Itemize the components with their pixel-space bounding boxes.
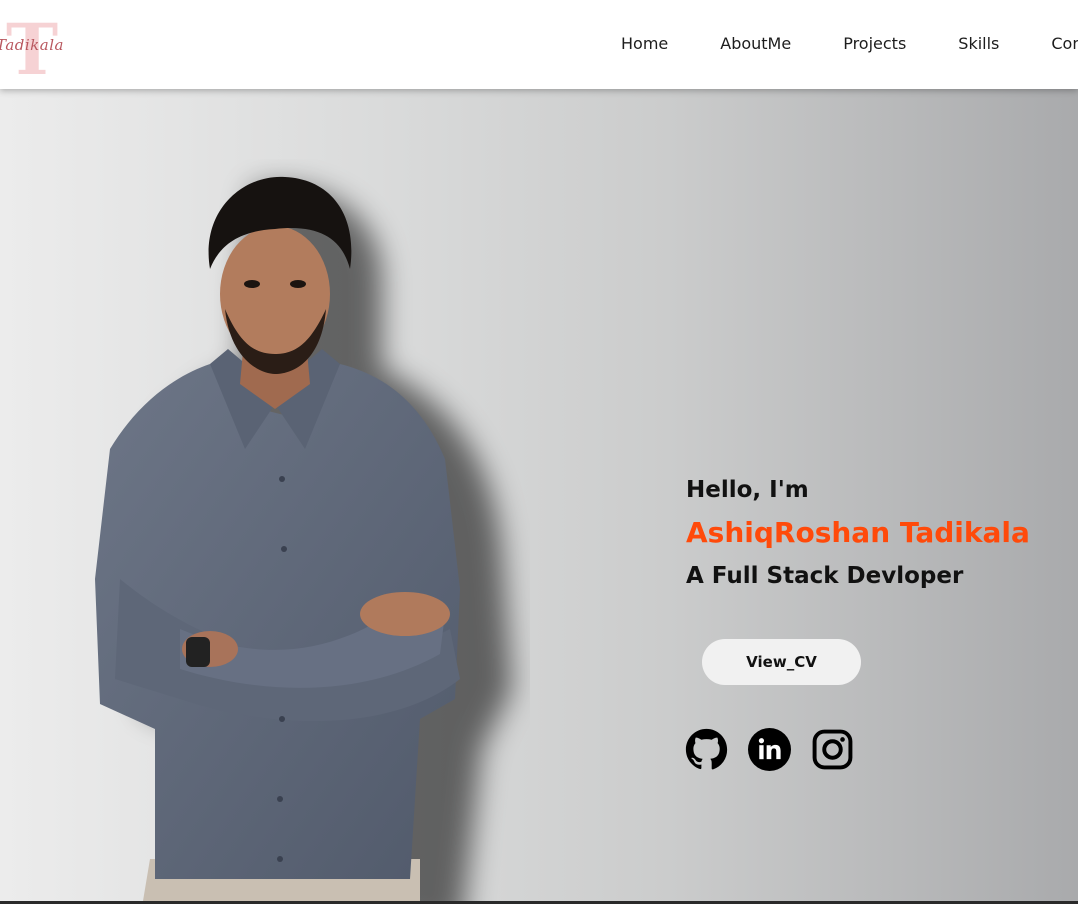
view-cv-button[interactable]: View_CV xyxy=(702,639,861,685)
logo-signature: Tadikala xyxy=(0,36,64,54)
navbar: T Tadikala Home AboutMe Projects Skills … xyxy=(0,0,1078,89)
nav-item-contact[interactable]: Contact xyxy=(1051,34,1078,54)
hero-greeting: Hello, I'm xyxy=(686,477,809,503)
hero-role: A Full Stack Devloper xyxy=(686,563,964,589)
hero-section: Hello, I'm AshiqRoshan Tadikala A Full S… xyxy=(0,89,1078,901)
nav-item-skills[interactable]: Skills xyxy=(958,34,999,54)
nav-item-aboutme[interactable]: AboutMe xyxy=(720,34,791,54)
nav-item-home[interactable]: Home xyxy=(621,34,668,54)
social-links xyxy=(685,728,874,771)
github-link[interactable] xyxy=(685,728,728,771)
linkedin-link[interactable] xyxy=(748,728,791,771)
hero-name: AshiqRoshan Tadikala xyxy=(686,516,1030,549)
github-icon xyxy=(685,728,728,770)
profile-photo xyxy=(95,176,512,901)
instagram-link[interactable] xyxy=(811,728,854,771)
site-logo[interactable]: T Tadikala xyxy=(0,14,66,74)
nav-menu: Home AboutMe Projects Skills Contact xyxy=(621,34,1078,54)
instagram-icon xyxy=(812,729,853,770)
linkedin-icon xyxy=(748,728,791,771)
nav-item-projects[interactable]: Projects xyxy=(843,34,906,54)
